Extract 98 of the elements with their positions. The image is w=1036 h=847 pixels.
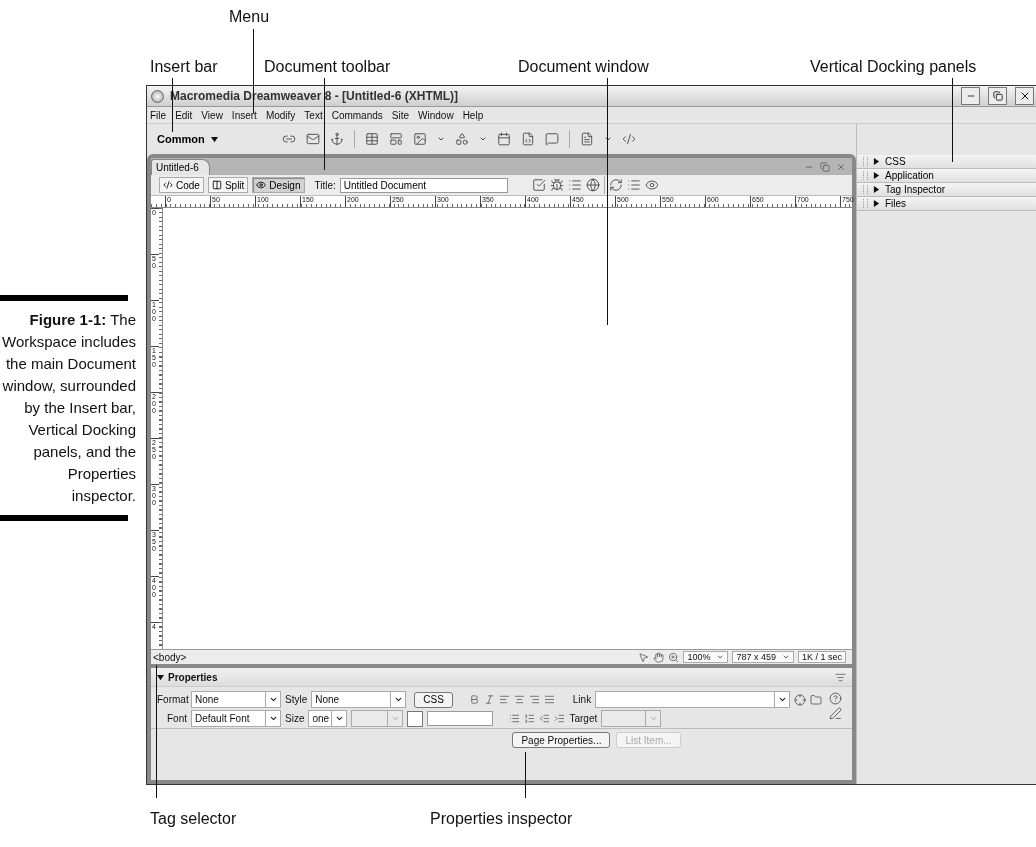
docking-panel-header[interactable]: Tag Inspector xyxy=(857,183,1036,197)
callout-label: Vertical Docking panels xyxy=(810,58,977,76)
css-button[interactable]: CSS xyxy=(414,691,453,708)
calendar-icon[interactable] xyxy=(496,132,511,146)
style-dropdown[interactable]: None xyxy=(311,691,407,708)
document-tab[interactable]: Untitled-6 xyxy=(151,159,210,175)
size-unit-dropdown[interactable] xyxy=(351,710,404,727)
format-dropdown[interactable]: None xyxy=(191,691,281,708)
view-button[interactable]: Code xyxy=(159,177,204,193)
hand-icon[interactable] xyxy=(653,651,665,663)
callout-label: Tag selector xyxy=(150,810,237,828)
view-button[interactable]: Split xyxy=(207,177,249,193)
menu-item[interactable]: Text xyxy=(304,109,323,121)
numbered-list-icon[interactable] xyxy=(524,713,536,724)
menu-item[interactable]: Site xyxy=(391,109,410,121)
zoom-dropdown[interactable]: 100% xyxy=(683,651,729,663)
folder-icon[interactable] xyxy=(810,693,823,706)
options-menu-icon[interactable] xyxy=(835,671,846,683)
document-icon[interactable] xyxy=(520,132,535,146)
restore-icon[interactable] xyxy=(820,161,830,172)
refresh-icon[interactable] xyxy=(608,178,623,192)
style-label: Style xyxy=(285,694,308,705)
code-icon[interactable] xyxy=(621,132,636,146)
title-field[interactable]: Untitled Document xyxy=(339,177,508,193)
columns-icon xyxy=(211,180,222,190)
minimize-button[interactable] xyxy=(961,87,980,105)
align-right-icon[interactable] xyxy=(528,694,540,705)
leader-line xyxy=(172,78,173,132)
view-button[interactable]: Design xyxy=(252,177,305,193)
window-size-dropdown[interactable]: 787 x 459 xyxy=(732,651,794,663)
image-icon[interactable] xyxy=(412,132,427,146)
size-label: Size xyxy=(285,713,305,724)
app-icon xyxy=(151,89,164,103)
bold-icon[interactable] xyxy=(468,694,480,705)
callout-label: Insert bar xyxy=(150,58,218,76)
format-label: Format xyxy=(157,694,187,705)
panel-button[interactable]: Page Properties... xyxy=(512,732,611,748)
menu-item[interactable]: Modify xyxy=(265,109,296,121)
italic-icon[interactable] xyxy=(483,694,495,705)
download-time: 1K / 1 sec xyxy=(797,651,846,663)
pointer-icon[interactable] xyxy=(638,651,650,663)
restore-icon xyxy=(992,91,1003,101)
mail-icon[interactable] xyxy=(305,132,320,146)
docking-panel-header[interactable]: Files xyxy=(857,197,1036,211)
anchor-icon[interactable] xyxy=(329,132,344,146)
properties-header[interactable]: Properties xyxy=(157,671,218,683)
menu-item[interactable]: Help xyxy=(462,109,484,121)
docking-panel-header[interactable]: Application xyxy=(857,169,1036,183)
figure-caption: Figure 1-1: The Workspace includes the main Document window, surrounded by the Insert bar, Vertical Docking panels, and the Properties inspector. xyxy=(1,310,136,506)
caret-icon xyxy=(478,135,487,143)
menu-item[interactable]: Window xyxy=(418,109,454,121)
comment-icon[interactable] xyxy=(544,132,559,146)
link-field[interactable] xyxy=(595,691,791,708)
menu-item[interactable]: View xyxy=(201,109,223,121)
crosshair-icon[interactable] xyxy=(794,693,807,706)
menu-item[interactable]: File xyxy=(150,109,167,121)
link-icon[interactable] xyxy=(281,132,296,146)
color-swatch[interactable] xyxy=(407,710,424,727)
table-icon[interactable] xyxy=(364,132,379,146)
title-label: Title: xyxy=(314,179,336,191)
zoom-icon[interactable] xyxy=(668,651,680,663)
align-center-icon[interactable] xyxy=(513,694,525,705)
callout-label: Properties inspector xyxy=(430,810,573,828)
shapes-icon[interactable] xyxy=(454,132,469,146)
caret-icon xyxy=(436,135,445,143)
tag-selector[interactable]: <body> xyxy=(153,651,635,663)
expanded-triangle-icon xyxy=(210,135,218,143)
bulleted-list-icon[interactable] xyxy=(509,713,521,724)
outdent-icon[interactable] xyxy=(539,713,551,724)
restore-button[interactable] xyxy=(988,87,1007,105)
callout-label: Document window xyxy=(518,58,649,76)
size-dropdown[interactable]: one xyxy=(308,710,348,727)
menu-item[interactable]: Edit xyxy=(175,109,193,121)
close-button[interactable] xyxy=(1015,87,1034,105)
eye-icon xyxy=(256,180,267,190)
docking-panel-header[interactable]: CSS xyxy=(857,155,1036,169)
code-icon xyxy=(163,180,173,190)
font-dropdown[interactable]: Default Font xyxy=(191,710,281,727)
justify-icon[interactable] xyxy=(543,694,555,705)
indent-icon[interactable] xyxy=(554,713,566,724)
color-field[interactable] xyxy=(427,711,494,726)
link-label: Link xyxy=(572,694,592,705)
debug-icon[interactable] xyxy=(549,178,564,192)
close-icon[interactable] xyxy=(836,161,846,172)
help-icon[interactable] xyxy=(829,692,842,705)
caret-icon xyxy=(603,135,612,143)
font-label: Font xyxy=(166,713,187,724)
callout-label: Menu xyxy=(229,8,270,26)
menu-item[interactable]: Commands xyxy=(331,109,383,121)
edit-icon[interactable] xyxy=(829,707,842,720)
align-left-icon[interactable] xyxy=(498,694,510,705)
leader-line xyxy=(525,752,526,798)
insert-category-dropdown[interactable]: Common xyxy=(157,133,218,145)
callout-label: Document toolbar xyxy=(264,58,391,76)
target-dropdown[interactable] xyxy=(601,710,662,727)
menu-item[interactable]: Insert xyxy=(231,109,257,121)
target-label: Target xyxy=(569,713,598,724)
layout-icon[interactable] xyxy=(388,132,403,146)
